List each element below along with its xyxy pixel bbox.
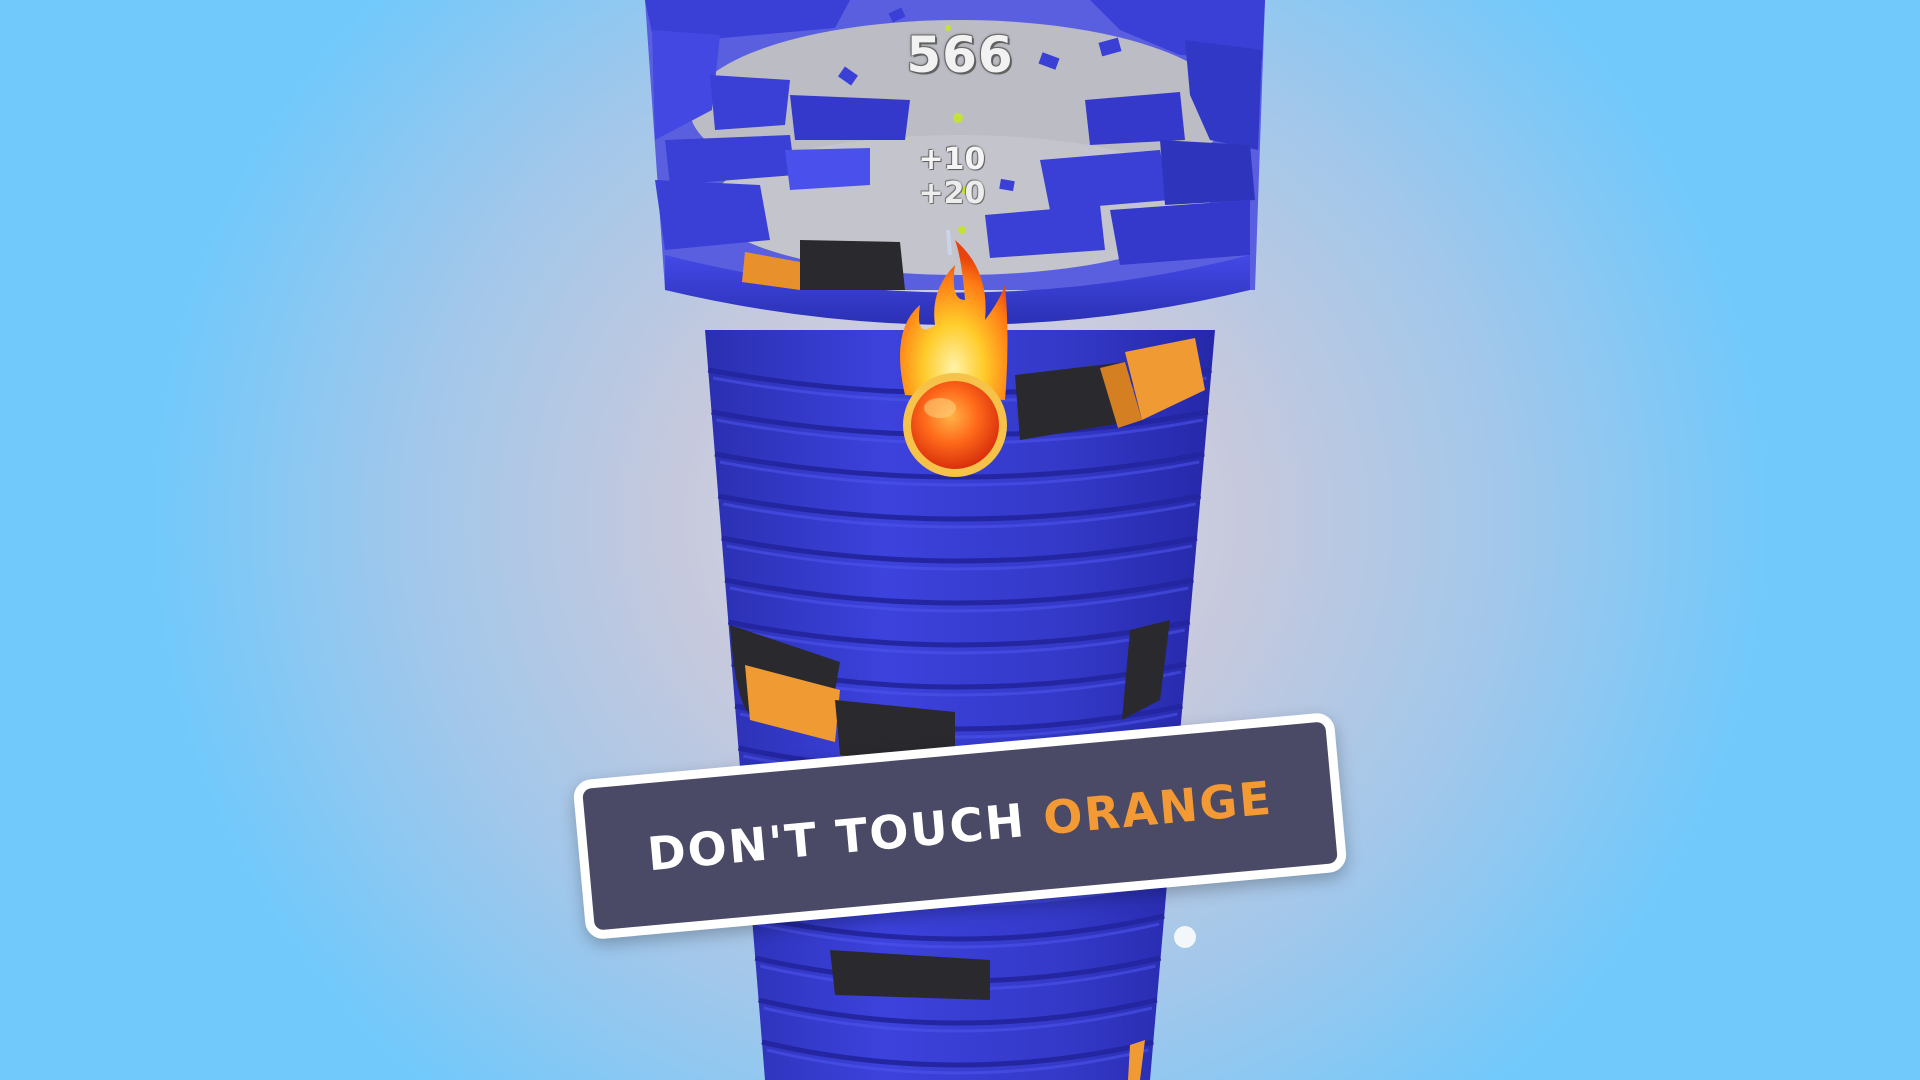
score-popup: +20 [918,176,986,211]
hint-highlight: ORANGE [1040,770,1275,846]
score-counter: 566 [906,26,1014,84]
score-popup: +10 [918,142,986,177]
hint-prefix: DON'T TOUCH [645,793,1028,882]
hint-text: DON'T TOUCH ORANGE [645,771,1275,882]
